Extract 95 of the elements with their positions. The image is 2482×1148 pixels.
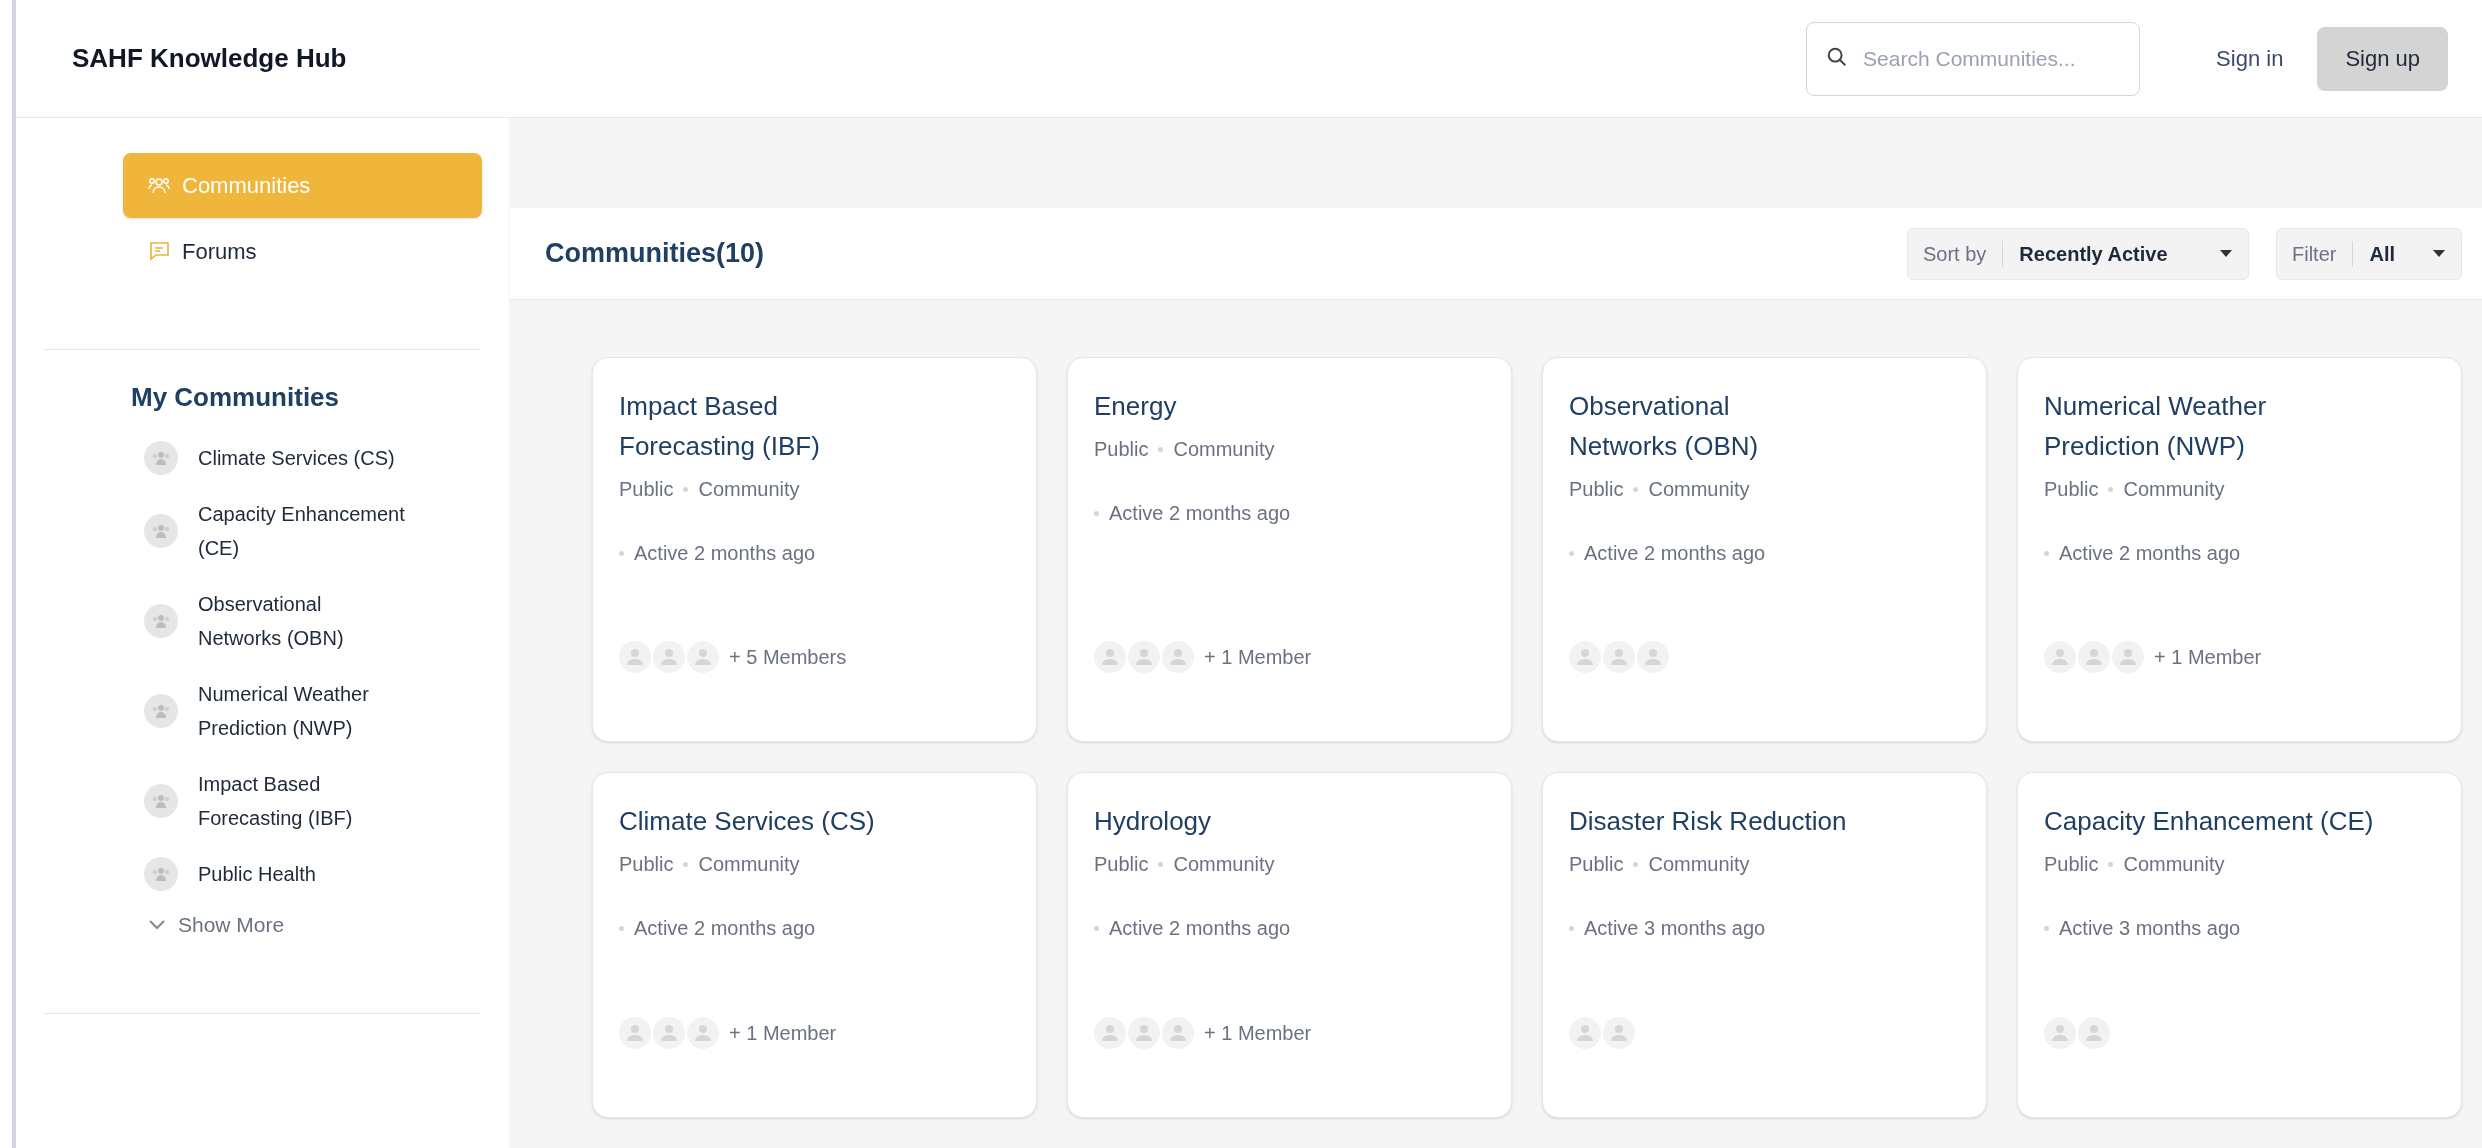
- activity-text: Active 2 months ago: [634, 541, 816, 566]
- activity-text: Active 3 months ago: [2059, 916, 2241, 941]
- member-avatar-icon: [653, 1017, 685, 1049]
- member-avatar-icon: [1094, 1017, 1126, 1049]
- card-title[interactable]: Disaster Risk Reduction: [1569, 801, 1960, 841]
- sign-in-link[interactable]: Sign in: [2216, 42, 2284, 75]
- search-field[interactable]: Search Communities...: [1806, 21, 2141, 96]
- community-avatar-icon: [144, 441, 178, 475]
- community-link[interactable]: Impact Based Forecasting (IBF): [144, 767, 489, 835]
- type-label: Community: [1173, 852, 1275, 877]
- visibility-label: Public: [619, 852, 674, 877]
- community-link[interactable]: Climate Services (CS): [144, 441, 489, 475]
- chevron-down-icon: [148, 918, 166, 931]
- visibility-label: Public: [1094, 437, 1149, 462]
- card-title[interactable]: Climate Services (CS): [619, 801, 1010, 841]
- type-label: Community: [698, 852, 800, 877]
- member-count: + 1 Member: [729, 1021, 837, 1046]
- community-card[interactable]: Climate Services (CS) Public Community Active 2 months ago + 1 Member: [592, 772, 1037, 1118]
- member-avatar-icon: [1569, 1017, 1601, 1049]
- community-card[interactable]: Numerical Weather Prediction (NWP) Public Community Active 2 months ago + 1 Member: [2017, 357, 2462, 742]
- member-avatar-icon: [653, 641, 685, 673]
- member-avatar-icon: [2112, 641, 2144, 673]
- member-avatar-icon: [687, 641, 719, 673]
- card-title[interactable]: Impact Based Forecasting (IBF): [619, 386, 1010, 466]
- member-avatar-icon: [1162, 1017, 1194, 1049]
- page-heading: Communities(10): [545, 237, 765, 271]
- member-avatar-icon: [1603, 641, 1635, 673]
- card-title[interactable]: Energy: [1094, 386, 1485, 426]
- type-label: Community: [1648, 852, 1750, 877]
- community-card[interactable]: Capacity Enhancement (CE) Public Community Active 3 months ago: [2017, 772, 2462, 1118]
- community-link[interactable]: Public Health: [144, 857, 489, 891]
- community-card[interactable]: Disaster Risk Reduction Public Community Active 3 months ago: [1542, 772, 1987, 1118]
- visibility-label: Public: [2044, 477, 2099, 502]
- community-avatar-icon: [144, 857, 178, 891]
- community-avatar-icon: [144, 784, 178, 818]
- card-title[interactable]: Capacity Enhancement (CE): [2044, 801, 2435, 841]
- member-avatar-icon: [2044, 641, 2076, 673]
- type-label: Community: [1648, 477, 1750, 502]
- search-icon: [1826, 45, 1849, 68]
- activity-text: Active 2 months ago: [2059, 541, 2241, 566]
- member-count: + 1 Member: [2154, 645, 2262, 670]
- member-count: + 5 Members: [729, 645, 847, 670]
- member-avatar-icon: [2078, 641, 2110, 673]
- type-label: Community: [2123, 852, 2225, 877]
- member-avatar-icon: [1094, 641, 1126, 673]
- member-avatar-icon: [2044, 1017, 2076, 1049]
- type-label: Community: [2123, 477, 2225, 502]
- sort-dropdown[interactable]: Sort by Recently Active: [1907, 227, 2249, 280]
- sign-up-button[interactable]: Sign up: [2317, 26, 2448, 91]
- activity-text: Active 3 months ago: [1584, 916, 1766, 941]
- community-link[interactable]: Observational Networks (OBN): [144, 587, 489, 655]
- section-heading: My Communities: [131, 381, 341, 414]
- type-label: Community: [1173, 437, 1275, 462]
- member-count: + 1 Member: [1204, 645, 1312, 670]
- card-title[interactable]: Hydrology: [1094, 801, 1485, 841]
- community-card[interactable]: Impact Based Forecasting (IBF) Public Community Active 2 months ago + 5 Members: [592, 357, 1037, 742]
- member-avatar-icon: [1637, 641, 1669, 673]
- member-count: + 1 Member: [1204, 1021, 1312, 1046]
- member-avatar-icon: [1128, 641, 1160, 673]
- show-more-button[interactable]: Show More: [148, 909, 285, 941]
- member-avatar-icon: [1162, 641, 1194, 673]
- member-avatar-icon: [619, 1017, 651, 1049]
- nav-item[interactable]: Forums: [123, 226, 482, 276]
- activity-text: Active 2 months ago: [1109, 501, 1291, 526]
- community-link[interactable]: Numerical Weather Prediction (NWP): [144, 677, 489, 745]
- filter-dropdown[interactable]: Filter All: [2276, 227, 2462, 280]
- visibility-label: Public: [619, 477, 674, 502]
- member-avatar-icon: [1569, 641, 1601, 673]
- card-title[interactable]: Numerical Weather Prediction (NWP): [2044, 386, 2435, 466]
- activity-text: Active 2 months ago: [634, 916, 816, 941]
- visibility-label: Public: [1094, 852, 1149, 877]
- caret-icon: [2432, 249, 2446, 258]
- community-card[interactable]: Observational Networks (OBN) Public Community Active 2 months ago: [1542, 357, 1987, 742]
- community-link[interactable]: Capacity Enhancement (CE): [144, 497, 489, 565]
- community-avatar-icon: [144, 694, 178, 728]
- member-avatar-icon: [619, 641, 651, 673]
- member-avatar-icon: [1128, 1017, 1160, 1049]
- visibility-label: Public: [1569, 477, 1624, 502]
- chat-icon: [148, 241, 170, 261]
- member-avatar-icon: [687, 1017, 719, 1049]
- people-icon: [148, 175, 170, 196]
- card-title[interactable]: Observational Networks (OBN): [1569, 386, 1960, 466]
- community-avatar-icon: [144, 514, 178, 548]
- visibility-label: Public: [1569, 852, 1624, 877]
- community-avatar-icon: [144, 604, 178, 638]
- member-avatar-icon: [2078, 1017, 2110, 1049]
- community-card[interactable]: Hydrology Public Community Active 2 months ago + 1 Member: [1067, 772, 1512, 1118]
- type-label: Community: [698, 477, 800, 502]
- visibility-label: Public: [2044, 852, 2099, 877]
- activity-text: Active 2 months ago: [1109, 916, 1291, 941]
- member-avatar-icon: [1603, 1017, 1635, 1049]
- caret-icon: [2219, 249, 2233, 258]
- site-title[interactable]: SAHF Knowledge Hub: [72, 39, 347, 78]
- activity-text: Active 2 months ago: [1584, 541, 1766, 566]
- community-card[interactable]: Energy Public Community Active 2 months ago + 1 Member: [1067, 357, 1512, 742]
